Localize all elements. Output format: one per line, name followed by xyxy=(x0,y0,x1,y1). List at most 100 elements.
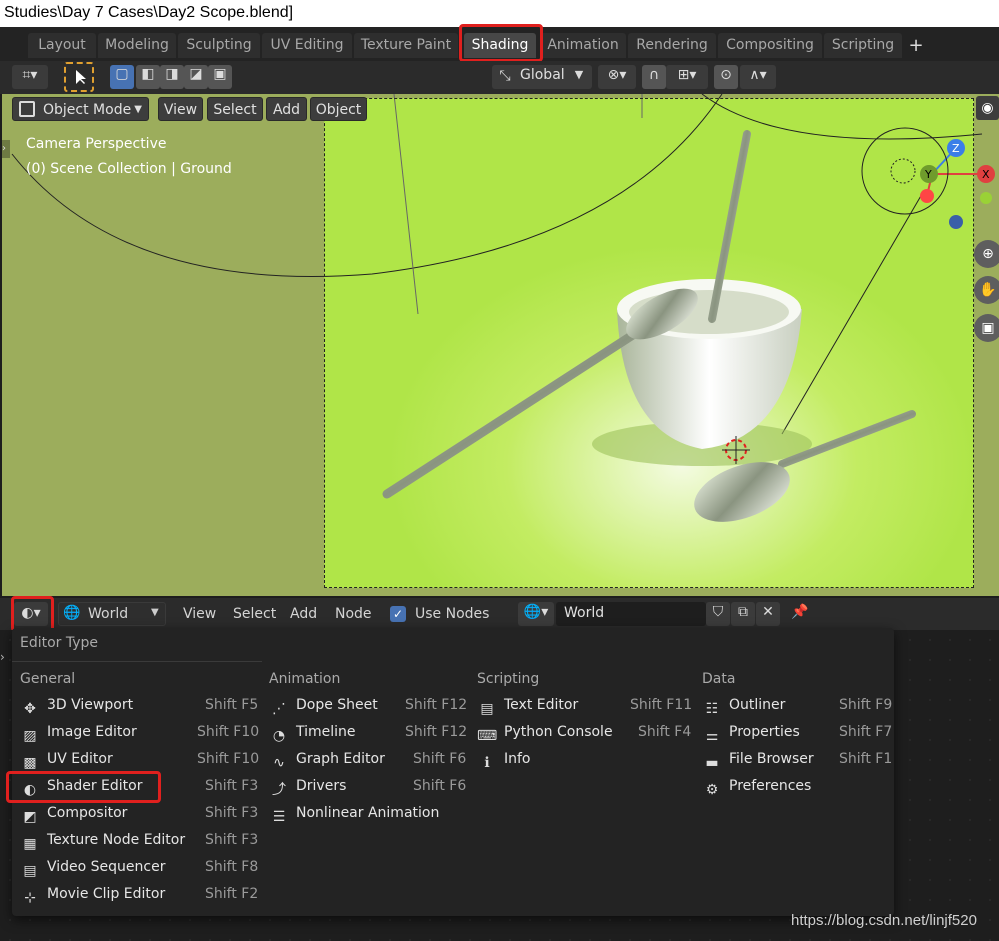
shortcut: Shift F6 xyxy=(413,751,467,767)
world-browse-button[interactable]: 🌐▾ xyxy=(518,602,554,626)
select-invert-icon: ◪ xyxy=(189,66,203,82)
falloff-curve-icon: ∧▾ xyxy=(749,67,767,83)
node-menu-add[interactable]: Add xyxy=(290,598,317,630)
tab-uv-editing[interactable]: UV Editing xyxy=(262,33,352,58)
menu-heading-general: General xyxy=(20,671,76,687)
duplicate-button[interactable]: ⧉ xyxy=(731,602,755,626)
menu-heading-data: Data xyxy=(702,671,736,687)
menu-object[interactable]: Object xyxy=(310,97,367,121)
pivot-icon: ⌗▾ xyxy=(22,67,38,83)
object-mode-dropdown[interactable]: Object Mode ▼ xyxy=(12,97,149,121)
item-label: Info xyxy=(504,751,531,767)
shortcut: Shift F11 xyxy=(630,697,693,713)
tab-rendering[interactable]: Rendering xyxy=(628,33,716,58)
world-name-value: World xyxy=(564,605,605,621)
item-label: Properties xyxy=(729,724,800,740)
transform-pivot-button[interactable]: ⌗▾ xyxy=(12,65,48,89)
console-icon: ⌨ xyxy=(477,728,498,744)
item-label: Timeline xyxy=(296,724,356,740)
drivers-icon: ⤴ xyxy=(272,782,286,798)
shader-editor-header: ◐▾ 🌐 World ▼ View Select Add Node ✓ Use … xyxy=(0,598,999,630)
copy-icon: ⧉ xyxy=(738,604,748,620)
snap-toggle[interactable]: ∩ xyxy=(642,65,666,89)
select-intersect-button[interactable]: ▣ xyxy=(208,65,232,89)
fake-user-button[interactable]: ⛉ xyxy=(706,602,730,626)
shader-type-dropdown[interactable]: 🌐 World ▼ xyxy=(58,602,166,626)
orientation-dropdown[interactable]: ⤡ Global ▼ xyxy=(492,65,592,89)
chevron-down-icon: ▼ xyxy=(151,607,159,618)
magnet-icon: ∩ xyxy=(648,67,660,83)
shortcut: Shift F8 xyxy=(205,859,259,875)
item-label: Nonlinear Animation xyxy=(296,805,440,821)
menu-view[interactable]: View xyxy=(158,97,203,121)
select-new-button[interactable]: ▢ xyxy=(110,65,134,89)
filebrowser-icon: ▬ xyxy=(705,755,719,771)
shortcut: Shift F10 xyxy=(197,751,260,767)
select-extend-button[interactable]: ◧ xyxy=(136,65,160,89)
proportional-edit-toggle[interactable]: ⊙ xyxy=(714,65,738,89)
gear-icon: ⚙ xyxy=(705,782,719,798)
editor-type-button[interactable]: ◐▾ xyxy=(14,602,48,626)
sidebar-toggle[interactable]: › xyxy=(2,140,10,158)
zoom-button[interactable]: ⊕ xyxy=(974,240,999,268)
outliner-icon: ☷ xyxy=(705,701,719,717)
tab-texture-paint[interactable]: Texture Paint xyxy=(354,33,458,58)
orientation-label: Global xyxy=(520,67,565,83)
world-name-field[interactable]: World xyxy=(556,602,706,626)
pivot-point-icon: ⊗▾ xyxy=(607,67,627,83)
menu-divider xyxy=(12,661,262,662)
tab-animation[interactable]: Animation xyxy=(540,33,626,58)
tab-scripting[interactable]: Scripting xyxy=(824,33,902,58)
object-mode-icon xyxy=(19,101,35,117)
shortcut: Shift F1 xyxy=(839,751,893,767)
snap-target-dropdown[interactable]: ⊞▾ xyxy=(666,65,708,89)
menu-add[interactable]: Add xyxy=(266,97,307,121)
node-menu-node[interactable]: Node xyxy=(335,598,372,630)
uv-icon: ▩ xyxy=(23,755,37,771)
select-subtract-icon: ◨ xyxy=(165,66,179,82)
tab-shading[interactable]: Shading xyxy=(464,33,536,58)
pan-button[interactable]: ✋ xyxy=(974,276,999,304)
sidebar-toggle[interactable]: › xyxy=(0,650,10,670)
tab-compositing[interactable]: Compositing xyxy=(718,33,822,58)
editor-type-menu: Editor Type General ✥ 3D Viewport Shift F… xyxy=(12,628,894,916)
menu-item-preferences[interactable]: ⚙ Preferences xyxy=(702,773,887,800)
unlink-button[interactable]: ✕ xyxy=(756,602,780,626)
tab-layout[interactable]: Layout xyxy=(28,33,96,58)
window-title: Studies\Day 7 Cases\Day2 Scope.blend] xyxy=(0,0,999,27)
snap-grid-icon: ⊞▾ xyxy=(677,67,697,83)
workspace-tabs: Layout Modeling Sculpting UV Editing Tex… xyxy=(0,27,999,61)
use-nodes-checkbox[interactable]: ✓ xyxy=(390,606,406,622)
node-menu-view[interactable]: View xyxy=(183,598,216,630)
pivot-point-dropdown[interactable]: ⊗▾ xyxy=(598,65,636,89)
shader-icon: ◐ xyxy=(23,782,37,798)
menu-item-nonlinear-animation[interactable]: ☰ Nonlinear Animation xyxy=(269,800,469,827)
visibility-button[interactable]: ◉ xyxy=(976,96,999,120)
use-nodes-label: Use Nodes xyxy=(415,606,490,622)
select-tool-button[interactable] xyxy=(64,62,94,92)
falloff-dropdown[interactable]: ∧▾ xyxy=(740,65,776,89)
pin-button[interactable]: 📌 xyxy=(788,602,812,626)
menu-item-info[interactable]: ℹ Info xyxy=(477,746,687,773)
tab-modeling[interactable]: Modeling xyxy=(98,33,176,58)
item-label: Text Editor xyxy=(504,697,579,713)
shortcut: Shift F4 xyxy=(638,724,692,740)
node-menu-select[interactable]: Select xyxy=(233,598,276,630)
add-workspace-button[interactable]: + xyxy=(904,33,928,58)
select-invert-button[interactable]: ◪ xyxy=(184,65,208,89)
world-icon: 🌐 xyxy=(63,605,81,621)
3d-viewport[interactable]: Object Mode ▼ View Select Add Object Cam… xyxy=(2,94,999,596)
shortcut: Shift F3 xyxy=(205,832,259,848)
eye-icon: ◉ xyxy=(981,100,994,116)
select-subtract-button[interactable]: ◨ xyxy=(160,65,184,89)
cursor-icon xyxy=(76,70,86,84)
select-intersect-icon: ▣ xyxy=(213,66,227,82)
tab-sculpting[interactable]: Sculpting xyxy=(178,33,260,58)
menu-select[interactable]: Select xyxy=(207,97,263,121)
item-label: Graph Editor xyxy=(296,751,385,767)
timeline-icon: ◔ xyxy=(272,728,286,744)
camera-view-button[interactable]: ▣ xyxy=(974,314,999,342)
shortcut: Shift F10 xyxy=(197,724,260,740)
camera-icon: ▣ xyxy=(981,320,995,336)
item-label: Compositor xyxy=(47,805,128,821)
